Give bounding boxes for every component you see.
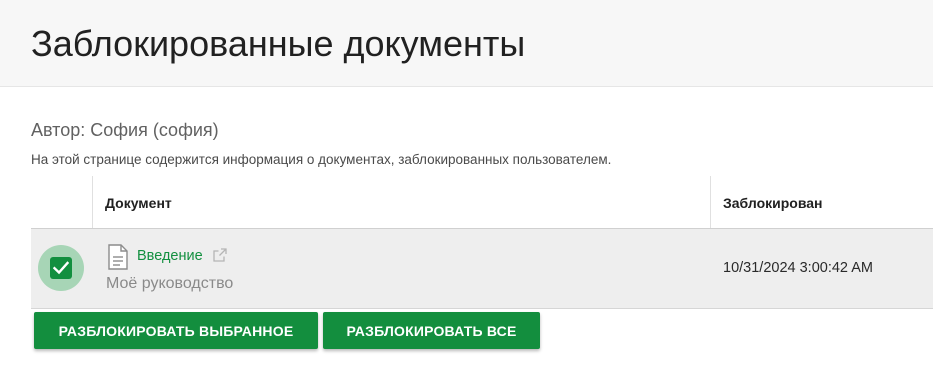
locked-documents-table: Документ Заблокирован Введение Моё руков… <box>31 176 933 309</box>
author-label: Автор: София (софия) <box>31 120 219 140</box>
table-row[interactable]: Введение Моё руководство 10/31/2024 3:00… <box>31 229 933 309</box>
locked-date: 10/31/2024 3:00:42 AM <box>723 260 873 276</box>
external-link-icon[interactable] <box>213 248 227 262</box>
page-header: Заблокированные документы <box>0 0 933 87</box>
document-subtitle: Моё руководство <box>106 275 234 292</box>
unlock-selected-button[interactable]: РАЗБЛОКИРОВАТЬ ВЫБРАННОЕ <box>34 312 318 349</box>
column-header-locked: Заблокирован <box>723 195 823 211</box>
document-icon <box>108 244 128 270</box>
column-header-document: Документ <box>105 195 172 211</box>
row-select-checkbox-wrapper[interactable] <box>38 245 84 291</box>
unlock-all-button[interactable]: РАЗБЛОКИРОВАТЬ ВСЕ <box>323 312 540 349</box>
row-select-checkbox[interactable] <box>50 257 72 279</box>
table-header: Документ Заблокирован <box>31 176 933 229</box>
checkmark-icon <box>53 261 69 275</box>
column-divider <box>92 176 93 228</box>
page-description: На этой странице содержится информация о… <box>31 152 612 167</box>
document-link[interactable]: Введение <box>137 248 203 264</box>
column-divider <box>710 176 711 228</box>
page-title: Заблокированные документы <box>31 23 526 64</box>
